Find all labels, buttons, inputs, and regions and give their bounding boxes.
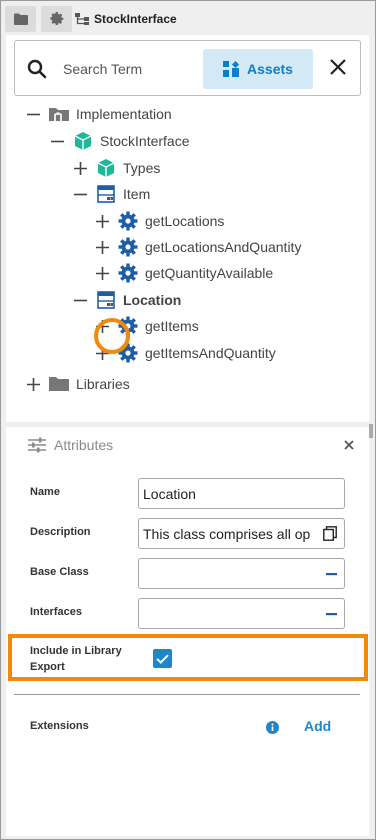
close-attributes-icon[interactable] (344, 440, 354, 450)
interfaces-label: Interfaces (30, 606, 82, 618)
expand-icon[interactable] (95, 240, 109, 254)
close-icon[interactable] (329, 58, 347, 76)
include-export-label-line2: Export (30, 661, 65, 673)
tree-item-location[interactable]: Location (73, 289, 181, 311)
tree-item-label: Item (123, 186, 151, 202)
operation-gear-icon (117, 236, 139, 258)
tree-item-label: Libraries (76, 376, 130, 392)
base-class-label: Base Class (30, 566, 89, 578)
tab-settings[interactable] (41, 6, 72, 32)
name-label: Name (30, 486, 60, 498)
collapse-icon[interactable] (26, 107, 40, 121)
tree-item-label: getQuantityAvailable (145, 265, 274, 281)
folder-icon (13, 13, 28, 25)
tree-item-implementation[interactable]: Implementation (26, 103, 172, 125)
tab-stockinterface[interactable]: StockInterface (75, 6, 177, 32)
tab-folder[interactable] (5, 6, 36, 32)
assets-button[interactable]: Assets (203, 49, 313, 89)
open-editor-icon[interactable] (323, 526, 337, 541)
tree-item-label: Location (123, 292, 182, 308)
description-label: Description (30, 526, 91, 538)
add-extension-button[interactable]: Add (304, 718, 331, 734)
component-cube-icon (72, 130, 94, 152)
tree-item-label: Implementation (76, 106, 172, 122)
tree-item-stockinterface[interactable]: StockInterface (50, 130, 190, 152)
expand-icon[interactable] (26, 377, 40, 391)
tab-label: StockInterface (94, 12, 177, 26)
attributes-header: Attributes (28, 437, 113, 453)
tree-item-label: getItems (145, 318, 199, 334)
assets-icon (223, 61, 240, 77)
folder-icon (48, 373, 70, 395)
minus-icon[interactable] (326, 613, 337, 616)
info-icon[interactable] (266, 721, 279, 734)
search-icon (27, 59, 47, 79)
component-cube-icon (95, 157, 117, 179)
location-icon-highlight (94, 318, 130, 354)
tree-item-label: getLocations (145, 213, 225, 229)
class-icon (95, 183, 117, 205)
class-hierarchy-icon (75, 13, 89, 25)
include-export-label-line1: Include in Library (30, 645, 122, 657)
expand-icon[interactable] (95, 266, 109, 280)
tree-item-getlocations[interactable]: getLocations (95, 210, 224, 232)
collapse-icon[interactable] (50, 134, 64, 148)
sliders-icon (28, 437, 46, 453)
name-field[interactable]: Location (138, 478, 345, 509)
include-export-checkbox[interactable] (153, 649, 172, 668)
interfaces-field[interactable] (138, 598, 345, 629)
panel-splitter-handle[interactable] (369, 424, 373, 438)
checkmark-icon (156, 653, 169, 664)
assets-label: Assets (247, 61, 293, 77)
tree-item-item[interactable]: Item (73, 183, 150, 205)
minus-icon[interactable] (326, 573, 337, 576)
name-value: Location (143, 485, 196, 502)
operation-gear-icon (117, 210, 139, 232)
attributes-title: Attributes (54, 437, 114, 453)
collapse-icon[interactable] (73, 187, 87, 201)
tree-item-libraries[interactable]: Libraries (26, 373, 130, 395)
tree-item-label: StockInterface (100, 133, 190, 149)
tree-item-label: getItemsAndQuantity (145, 345, 276, 361)
expand-icon[interactable] (73, 161, 87, 175)
divider (14, 694, 360, 695)
extensions-label: Extensions (30, 720, 89, 732)
project-tree-panel: Search Term Assets Implementation StockI… (6, 35, 369, 422)
description-value: This class comprises all op (143, 525, 311, 542)
operation-gear-icon (117, 262, 139, 284)
search-bar: Search Term Assets (14, 40, 361, 96)
tree-item-getquantityavailable[interactable]: getQuantityAvailable (95, 262, 273, 284)
collapse-icon[interactable] (73, 293, 87, 307)
tree-item-types[interactable]: Types (73, 157, 160, 179)
gear-icon (49, 12, 63, 26)
tab-bar: StockInterface (1, 1, 375, 35)
base-class-field[interactable] (138, 558, 345, 589)
description-field[interactable]: This class comprises all op (138, 518, 345, 549)
tree-item-label: Types (123, 160, 161, 176)
attributes-panel: Attributes Name Location Description Thi… (6, 427, 369, 836)
tree-item-getlocationsandquantity[interactable]: getLocationsAndQuantity (95, 236, 301, 258)
tree-item-label: getLocationsAndQuantity (145, 239, 302, 255)
class-icon (95, 289, 117, 311)
search-input[interactable]: Search Term (63, 61, 142, 77)
implementation-folder-icon (48, 103, 70, 125)
include-export-label: Include in Library Export (30, 643, 122, 675)
expand-icon[interactable] (95, 214, 109, 228)
